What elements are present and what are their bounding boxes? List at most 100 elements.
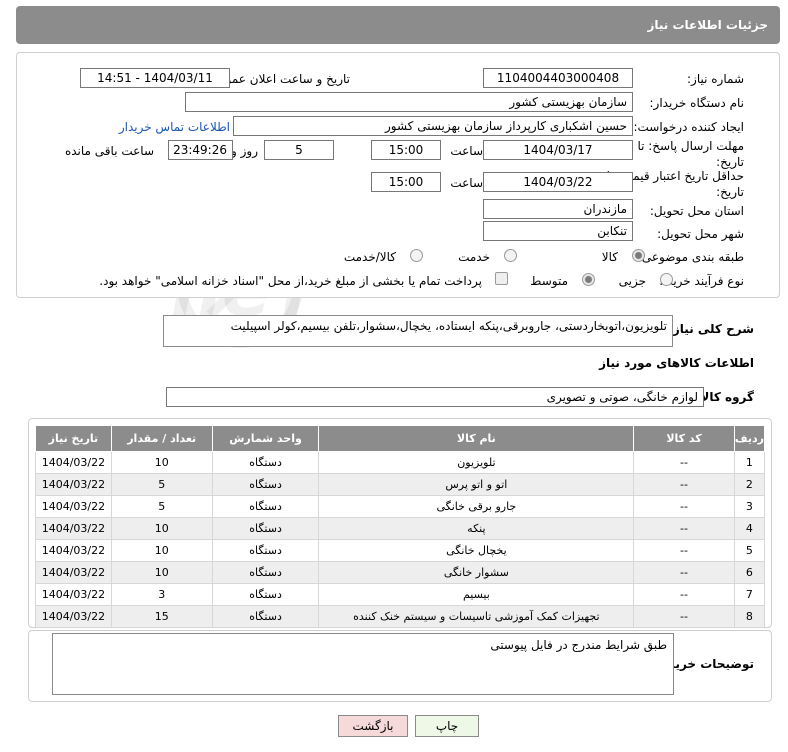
need-number-field: 1104004403000408 (483, 68, 633, 88)
name-cell: سشوار خانگی (318, 561, 635, 584)
goods-table-panel: ردیف کد کالا نام کالا واحد شمارش تعداد /… (28, 418, 772, 628)
row-number-cell: 1 (733, 451, 766, 474)
category-radio-goods-service[interactable] (410, 249, 423, 265)
name-cell: اتو و اتو پرس (318, 473, 635, 496)
buyer-org-field: سازمان بهزیستی کشور (185, 92, 633, 112)
payment-checkbox[interactable] (495, 272, 508, 285)
city-label: شهر محل تحویل: (657, 227, 744, 241)
name-cell: پنکه (318, 517, 635, 540)
table-row: 5 -- یخچال خانگی دستگاه 10 1404/03/22 (35, 539, 766, 562)
province-label: استان محل تحویل: (649, 204, 744, 218)
goods-section-title: اطلاعات کالاهای مورد نیاز (599, 356, 754, 370)
code-cell: -- (633, 583, 735, 606)
col-name-header: نام کالا (318, 425, 635, 452)
row-number-cell: 6 (733, 561, 766, 584)
days-field: 5 (264, 140, 334, 160)
code-cell: -- (633, 451, 735, 474)
deadline-time-field: 15:00 (371, 140, 441, 160)
unit-cell: دستگاه (211, 451, 320, 474)
goods-group-field: لوازم خانگی، صوتی و تصویری (166, 387, 704, 407)
table-row: 7 -- بیسیم دستگاه 3 1404/03/22 (35, 583, 766, 606)
code-cell: -- (633, 539, 735, 562)
creator-field: حسین اشکباری کارپرداز سازمان بهزیستی کشو… (233, 116, 633, 136)
category-option-goods: کالا (601, 250, 618, 264)
description-textarea[interactable]: تلویزیون،اتوبخاردستی، جاروبرقی،پنکه ایست… (163, 315, 673, 347)
table-row: 2 -- اتو و اتو پرس دستگاه 5 1404/03/22 (35, 473, 766, 496)
date-cell: 1404/03/22 (35, 605, 112, 628)
payment-note: پرداخت تمام یا بخشی از مبلغ خرید،از محل … (99, 274, 482, 288)
qty-cell: 10 (110, 561, 213, 584)
qty-cell: 10 (110, 539, 213, 562)
process-option-medium: متوسط (530, 274, 568, 288)
table-row: 8 -- تجهیزات کمک آموزشی تاسیسات و سیستم خن… (35, 605, 766, 628)
price-valid-time-label: ساعت (450, 176, 483, 190)
deadline-label: مهلت ارسال پاسخ: تا تاریخ: (637, 139, 744, 169)
creator-label: ایجاد کننده درخواست: (633, 120, 744, 134)
page-header: جزئیات اطلاعات نیاز (16, 6, 780, 44)
description-label: شرح کلی نیاز: (668, 322, 754, 336)
city-field: تنکابن (483, 221, 633, 241)
qty-cell: 15 (110, 605, 213, 628)
col-code-header: کد کالا (633, 425, 735, 452)
code-cell: -- (633, 473, 735, 496)
col-unit-header: واحد شمارش (211, 425, 320, 452)
unit-cell: دستگاه (211, 561, 320, 584)
process-option-minor: جزیی (618, 274, 646, 288)
row-number-cell: 3 (733, 495, 766, 518)
unit-cell: دستگاه (211, 605, 320, 628)
page-title: جزئیات اطلاعات نیاز (647, 18, 768, 32)
remaining-time-field: 23:49:26 (168, 140, 233, 160)
row-number-cell: 5 (733, 539, 766, 562)
process-radio-minor[interactable] (660, 273, 673, 289)
row-number-cell: 7 (733, 583, 766, 606)
buyer-contact-link[interactable]: اطلاعات تماس خریدار (119, 120, 230, 134)
buyer-org-label: نام دستگاه خریدار: (649, 96, 745, 110)
price-valid-time-field: 15:00 (371, 172, 441, 192)
table-row: 1 -- تلویزیون دستگاه 10 1404/03/22 (35, 451, 766, 474)
name-cell: بیسیم (318, 583, 635, 606)
days-label: روز و (231, 144, 258, 158)
unit-cell: دستگاه (211, 517, 320, 540)
deadline-time-label: ساعت (450, 144, 483, 158)
row-number-cell: 2 (733, 473, 766, 496)
name-cell: یخچال خانگی (318, 539, 635, 562)
price-valid-date-field: 1404/03/22 (483, 172, 633, 192)
goods-group-label: گروه کالا: (695, 390, 754, 404)
buyer-notes-text: طبق شرایط مندرج در فایل پیوستی (490, 638, 667, 652)
print-button[interactable]: چاپ (415, 715, 479, 737)
date-cell: 1404/03/22 (35, 495, 112, 518)
back-button[interactable]: بازگشت (338, 715, 408, 737)
date-cell: 1404/03/22 (35, 517, 112, 540)
col-qty-header: تعداد / مقدار (110, 425, 213, 452)
qty-cell: 10 (110, 517, 213, 540)
name-cell: تجهیزات کمک آموزشی تاسیسات و سیستم خنک ک… (318, 605, 635, 628)
col-date-header: تاریخ نیاز (35, 425, 112, 452)
row-number-cell: 8 (733, 605, 766, 628)
table-row: 4 -- پنکه دستگاه 10 1404/03/22 (35, 517, 766, 540)
description-text: تلویزیون،اتوبخاردستی، جاروبرقی،پنکه ایست… (230, 319, 667, 333)
buyer-notes-textarea[interactable]: طبق شرایط مندرج در فایل پیوستی (52, 633, 674, 695)
category-option-goods-service: کالا/خدمت (343, 250, 396, 264)
process-radio-medium[interactable] (582, 273, 595, 289)
date-cell: 1404/03/22 (35, 583, 112, 606)
unit-cell: دستگاه (211, 495, 320, 518)
name-cell: تلویزیون (318, 451, 635, 474)
qty-cell: 5 (110, 473, 213, 496)
province-field: مازندران (483, 199, 633, 219)
date-cell: 1404/03/22 (35, 539, 112, 562)
code-cell: -- (633, 495, 735, 518)
qty-cell: 5 (110, 495, 213, 518)
table-row: 6 -- سشوار خانگی دستگاه 10 1404/03/22 (35, 561, 766, 584)
deadline-date-field: 1404/03/17 (483, 140, 633, 160)
code-cell: -- (633, 561, 735, 584)
need-number-label: شماره نیاز: (687, 72, 744, 86)
category-radio-goods[interactable] (632, 249, 645, 265)
category-label: طبقه بندی موضوعی: (637, 250, 744, 264)
table-row: 3 -- جارو برقی خانگی دستگاه 5 1404/03/22 (35, 495, 766, 518)
unit-cell: دستگاه (211, 539, 320, 562)
announce-datetime-field: 1404/03/11 - 14:51 (80, 68, 230, 88)
code-cell: -- (633, 517, 735, 540)
unit-cell: دستگاه (211, 583, 320, 606)
row-number-cell: 4 (733, 517, 766, 540)
category-radio-service[interactable] (504, 249, 517, 265)
